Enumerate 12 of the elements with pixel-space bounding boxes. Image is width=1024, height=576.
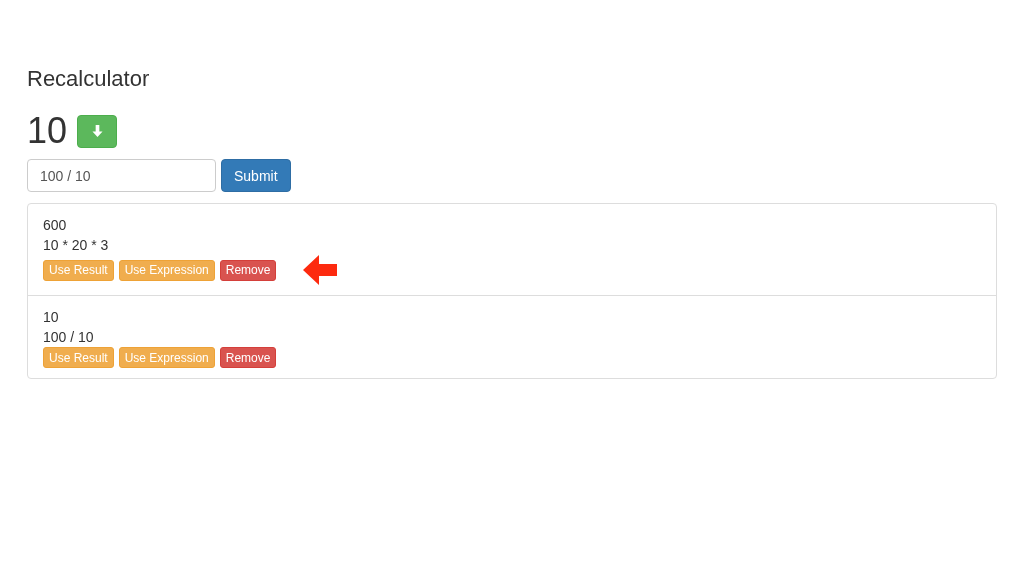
result-expression: 100 / 10 — [43, 328, 95, 347]
arrow-down-icon — [91, 124, 103, 138]
remove-button[interactable]: Remove — [219, 347, 277, 368]
result-expression: 10 * 20 * 3 — [43, 236, 110, 255]
current-value: 10 — [27, 113, 68, 149]
submit-button[interactable]: Submit — [221, 159, 291, 192]
remove-button[interactable]: Remove — [219, 259, 277, 281]
result-value: 10 — [43, 308, 60, 327]
download-button[interactable] — [77, 114, 118, 148]
result-value: 600 — [43, 216, 68, 235]
page-title: Recalculator — [27, 65, 151, 93]
expression-input[interactable]: 100 / 10 — [27, 159, 216, 192]
